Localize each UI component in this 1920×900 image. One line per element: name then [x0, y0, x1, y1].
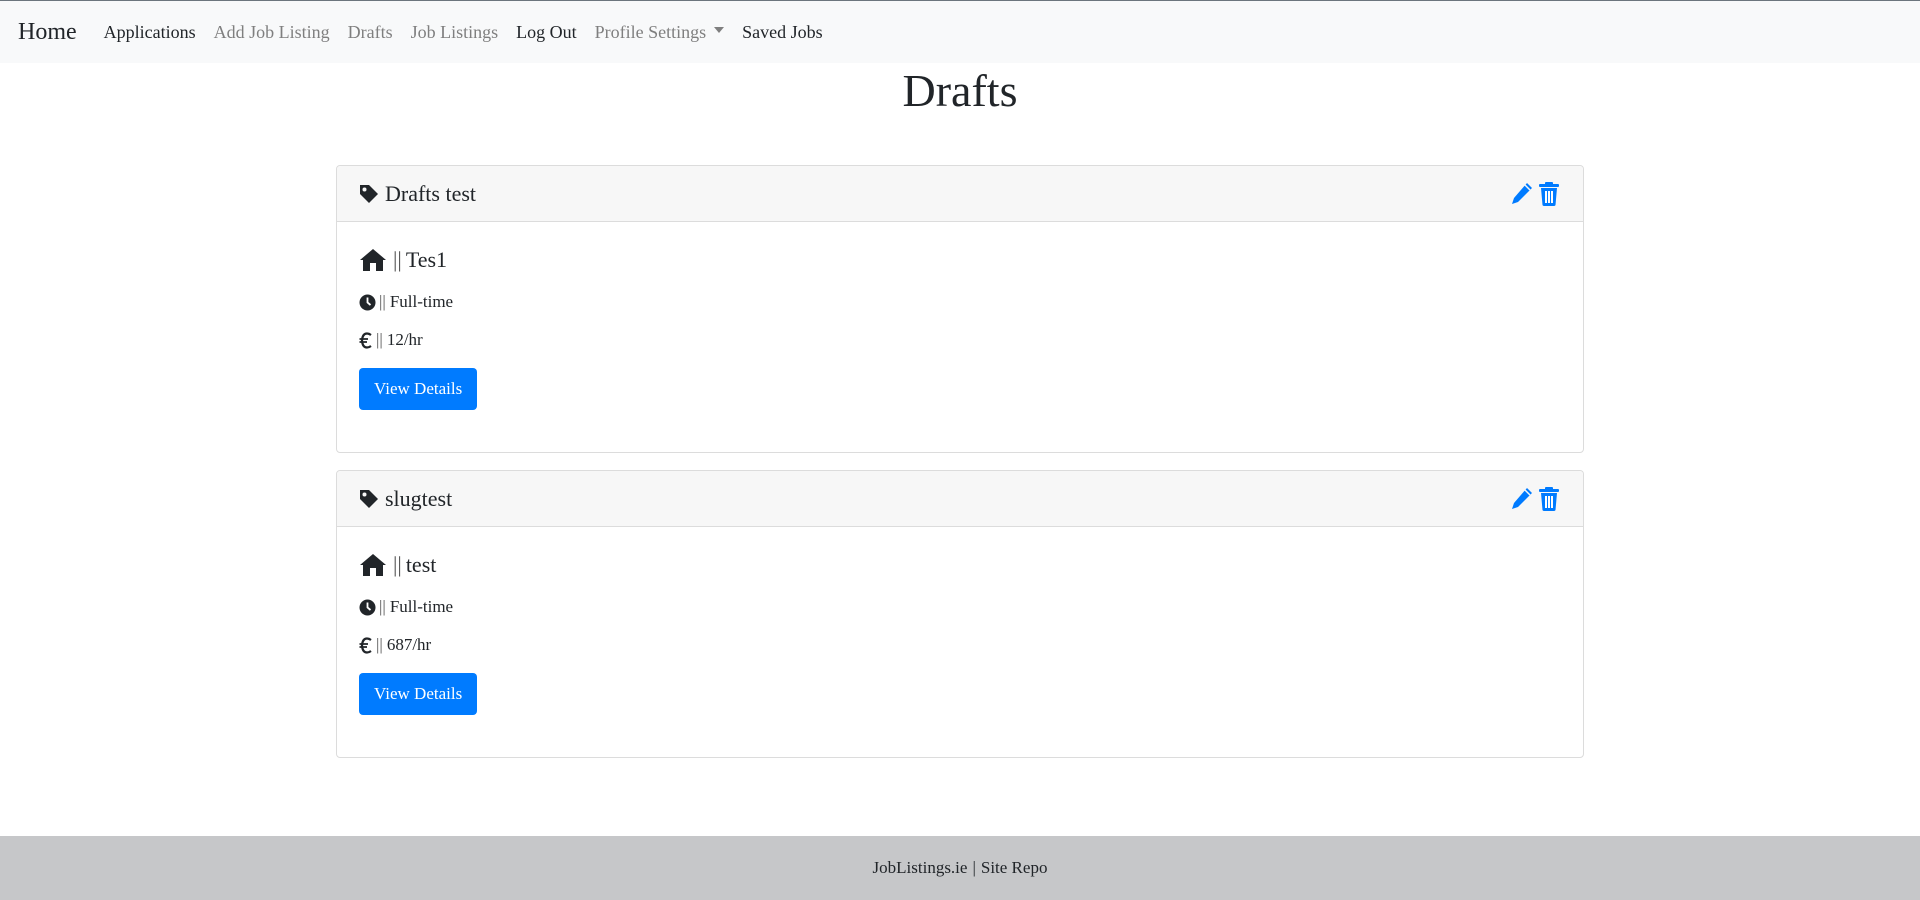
nav-link-label: Log Out	[516, 21, 577, 42]
page-title: Drafts	[902, 65, 1018, 116]
nav-link-log-out[interactable]: Log Out	[516, 22, 577, 43]
nav-link-drafts[interactable]: Drafts	[348, 22, 393, 43]
euro-icon	[359, 331, 373, 349]
nav-dropdown-profile-settings[interactable]: Profile Settings	[595, 22, 725, 43]
footer: JobListings.ie | Site Repo	[0, 836, 1920, 900]
clock-icon	[359, 599, 376, 616]
pay-text: 687/hr	[386, 635, 432, 654]
nav-link-applications[interactable]: Applications	[104, 22, 196, 43]
footer-repo-link[interactable]: Site Repo	[981, 858, 1048, 878]
draft-card: slugtest || test || Full-time || 687/hr …	[336, 470, 1584, 758]
separator: ||	[376, 330, 383, 349]
draft-title: Drafts test	[385, 180, 477, 206]
clock-icon	[359, 294, 376, 311]
draft-card: Drafts test || Tes1 || Full-time || 12/h…	[336, 165, 1584, 453]
card-header: Drafts test	[337, 166, 1583, 222]
pencil-icon[interactable]	[1510, 486, 1534, 512]
navbar: Home Applications Add Job Listing Drafts…	[0, 1, 1920, 63]
pencil-icon[interactable]	[1510, 181, 1534, 207]
nav-link-saved-jobs[interactable]: Saved Jobs	[742, 22, 823, 43]
card-body: || Tes1 || Full-time || 12/hr View Detai…	[337, 222, 1583, 452]
nav-link-label: Saved Jobs	[742, 21, 823, 42]
trash-icon[interactable]	[1537, 181, 1561, 207]
view-details-button[interactable]: View Details	[359, 673, 478, 715]
card-header: slugtest	[337, 471, 1583, 527]
trash-icon[interactable]	[1537, 486, 1561, 512]
nav-link-label: Profile Settings	[594, 21, 707, 42]
nav-link-add-job-listing[interactable]: Add Job Listing	[214, 22, 330, 43]
home-icon	[359, 248, 387, 272]
card-actions	[1510, 181, 1561, 207]
caret-down-icon	[714, 27, 725, 33]
footer-site-link[interactable]: JobListings.ie	[873, 858, 968, 878]
pay-row: || 687/hr	[359, 633, 1561, 657]
separator: ||	[376, 635, 383, 654]
job-type-text: Full-time	[389, 292, 454, 311]
separator: ||	[393, 247, 402, 272]
location-text: test	[405, 552, 437, 577]
tag-icon	[359, 489, 379, 509]
view-details-button[interactable]: View Details	[359, 368, 478, 410]
job-type-row: || Full-time	[359, 290, 1561, 314]
pay-text: 12/hr	[386, 330, 423, 349]
pay-row: || 12/hr	[359, 328, 1561, 352]
euro-icon	[359, 636, 373, 654]
card-body: || test || Full-time || 687/hr View Deta…	[337, 527, 1583, 757]
nav-link-label: Drafts	[347, 21, 393, 42]
home-icon	[359, 553, 387, 577]
job-type-row: || Full-time	[359, 595, 1561, 619]
nav-link-label: Applications	[103, 21, 196, 42]
draft-title: slugtest	[385, 485, 453, 511]
location-text: Tes1	[405, 247, 448, 272]
nav-link-label: Add Job Listing	[213, 21, 330, 42]
separator: ||	[379, 292, 386, 311]
separator: ||	[379, 597, 386, 616]
tag-icon	[359, 184, 379, 204]
footer-divider: |	[972, 858, 976, 877]
card-actions	[1510, 486, 1561, 512]
separator: ||	[393, 552, 402, 577]
nav-link-label: Job Listings	[410, 21, 499, 42]
location-row: || Tes1	[359, 244, 1561, 276]
job-type-text: Full-time	[389, 597, 454, 616]
nav-link-job-listings[interactable]: Job Listings	[411, 22, 499, 43]
nav-brand-home[interactable]: Home	[18, 19, 77, 46]
location-row: || test	[359, 549, 1561, 581]
